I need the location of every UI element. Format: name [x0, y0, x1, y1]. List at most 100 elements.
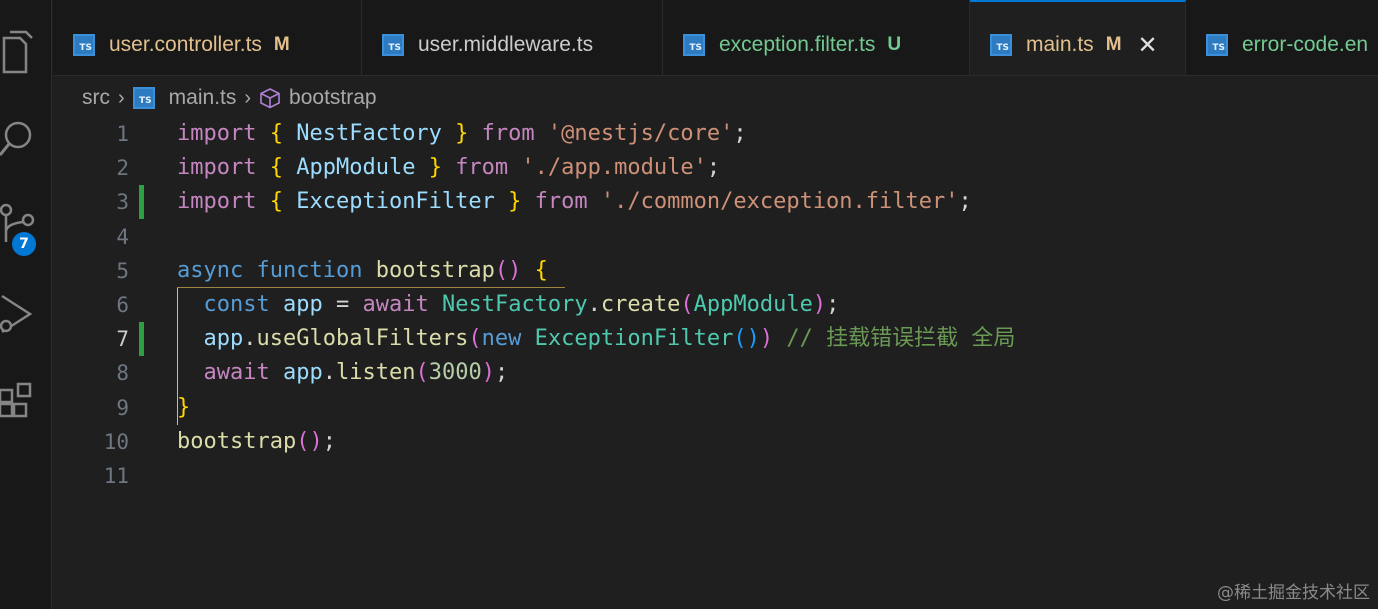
tab-bar: TS user.controller.ts M TS user.middleware.t…	[53, 0, 1378, 76]
code-token: ()	[494, 257, 522, 283]
code-token: )	[481, 360, 495, 386]
code-token: AppModule	[282, 155, 429, 181]
code-token: app	[282, 292, 323, 317]
code-token: './common/exception.filter'	[600, 189, 959, 215]
tab-label: exception.filter.ts	[719, 33, 876, 56]
code-line[interactable]: 3 import { ExceptionFilter } from './comm…	[53, 185, 1378, 220]
search-icon[interactable]	[0, 108, 52, 168]
git-modified-gutter-mark[interactable]	[139, 322, 144, 357]
code-text: bootstrap();	[177, 425, 336, 459]
tab-main-ts[interactable]: TS main.ts M ✕	[970, 0, 1186, 75]
extensions-icon[interactable]	[0, 372, 52, 432]
code-line[interactable]: 2 import { AppModule } from './app.module…	[53, 151, 1378, 185]
code-token: (	[680, 292, 694, 317]
breadcrumb-file[interactable]: main.ts	[169, 86, 237, 110]
tab-label: user.controller.ts	[109, 33, 262, 56]
tab-label: error-code.en	[1242, 33, 1369, 56]
typescript-file-icon: TS	[382, 34, 404, 56]
tab-git-status: M	[273, 34, 290, 55]
breadcrumb-symbol[interactable]: bootstrap	[289, 86, 377, 110]
code-token: )	[759, 326, 774, 352]
code-token: from	[481, 121, 535, 146]
code-text: async function bootstrap() {	[177, 254, 548, 288]
code-token: async	[177, 257, 244, 283]
code-token: function	[256, 257, 363, 283]
code-text: import { AppModule } from './app.module'…	[177, 151, 720, 185]
code-line[interactable]: 6 const app = await NestFactory.create(A…	[53, 288, 1378, 322]
code-token: =	[322, 292, 363, 317]
code-token: // 挂载错误拦截 全局	[786, 326, 1016, 352]
breadcrumb: src › TS main.ts › bootstrap	[82, 84, 377, 112]
code-line[interactable]: 4	[53, 220, 1378, 254]
code-token: listen	[335, 360, 416, 386]
line-number: 6	[116, 293, 129, 317]
activity-bar: 7	[0, 0, 52, 609]
code-token: ;	[494, 360, 509, 386]
line-number: 9	[116, 395, 129, 420]
breadcrumb-folder[interactable]: src	[82, 86, 110, 110]
code-text: await app.listen(3000);	[177, 356, 509, 390]
code-token: ;	[322, 428, 336, 454]
line-number: 11	[103, 464, 129, 488]
code-token: import	[177, 155, 257, 181]
code-token: .	[243, 326, 257, 352]
close-icon[interactable]: ✕	[1136, 31, 1160, 59]
code-editor[interactable]: 1 import { NestFactory } from '@nestjs/co…	[53, 117, 1378, 609]
chevron-right-icon: ›	[118, 86, 125, 109]
code-token: '@nestjs/core'	[547, 121, 734, 146]
code-token: ()	[733, 326, 760, 352]
code-line[interactable]: 1 import { NestFactory } from '@nestjs/co…	[53, 117, 1378, 151]
code-text: import { ExceptionFilter } from './commo…	[177, 185, 972, 219]
line-number: 10	[103, 429, 129, 454]
code-token: 3000	[428, 360, 482, 386]
method-cube-icon	[259, 87, 281, 109]
typescript-file-icon: TS	[990, 34, 1012, 56]
tab-user-middleware-ts[interactable]: TS user.middleware.ts	[362, 0, 663, 75]
code-line[interactable]: 10 bootstrap();	[53, 425, 1378, 459]
code-token: from	[455, 155, 509, 181]
code-token: useGlobalFilters	[256, 326, 469, 352]
code-token: {	[269, 189, 283, 215]
code-token: './app.module'	[521, 155, 707, 181]
code-token: ;	[958, 189, 972, 215]
tab-git-status: U	[887, 34, 902, 55]
code-token: ;	[733, 121, 747, 146]
code-text: const app = await NestFactory.create(App…	[177, 288, 840, 322]
code-token: .	[587, 292, 601, 317]
code-token: create	[600, 292, 681, 317]
code-line[interactable]: 7 app.useGlobalFilters(new ExceptionFilt…	[53, 322, 1378, 357]
code-token: }	[455, 121, 469, 146]
code-token: AppModule	[693, 292, 813, 317]
line-number: 7	[116, 327, 129, 352]
source-control-badge: 7	[10, 230, 38, 258]
tab-exception-filter-ts[interactable]: TS exception.filter.ts U	[663, 0, 970, 75]
code-token: await	[362, 292, 429, 317]
code-line[interactable]: 9}	[53, 391, 1378, 425]
git-modified-gutter-mark[interactable]	[139, 185, 144, 220]
tab-error-code-en[interactable]: TS error-code.en	[1186, 0, 1378, 75]
code-line[interactable]: 11	[53, 459, 1378, 493]
code-token: {	[269, 155, 283, 181]
watermark: @稀土掘金技术社区	[1217, 583, 1370, 603]
code-line[interactable]: 5 async function bootstrap() {	[53, 254, 1378, 288]
explorer-icon[interactable]	[0, 26, 52, 86]
run-debug-icon[interactable]	[0, 284, 52, 344]
tab-user-controller-ts[interactable]: TS user.controller.ts M	[53, 0, 362, 75]
code-token: }	[428, 155, 442, 181]
code-line[interactable]: 8 await app.listen(3000);	[53, 356, 1378, 390]
typescript-file-icon: TS	[1206, 34, 1228, 56]
line-number: 5	[116, 258, 129, 283]
